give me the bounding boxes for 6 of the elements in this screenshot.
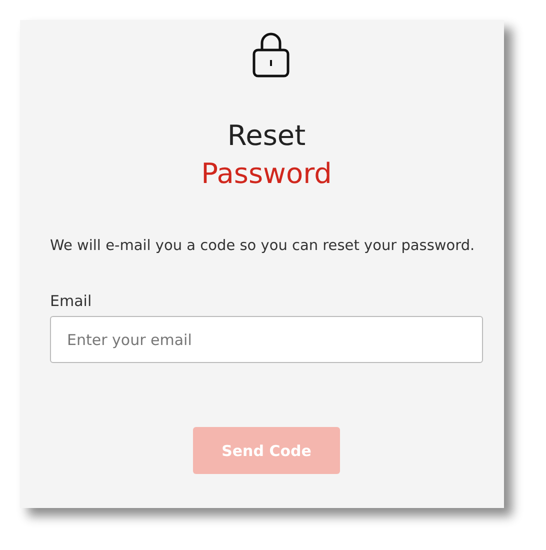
description: We will e-mail you a code so you can reset your password. <box>50 238 476 254</box>
email-field[interactable]: Enter your email <box>50 316 483 363</box>
email-label: Email <box>50 292 93 310</box>
title-highlight: Password <box>200 156 333 192</box>
lock-icon <box>251 30 291 78</box>
title: Reset <box>226 118 307 154</box>
